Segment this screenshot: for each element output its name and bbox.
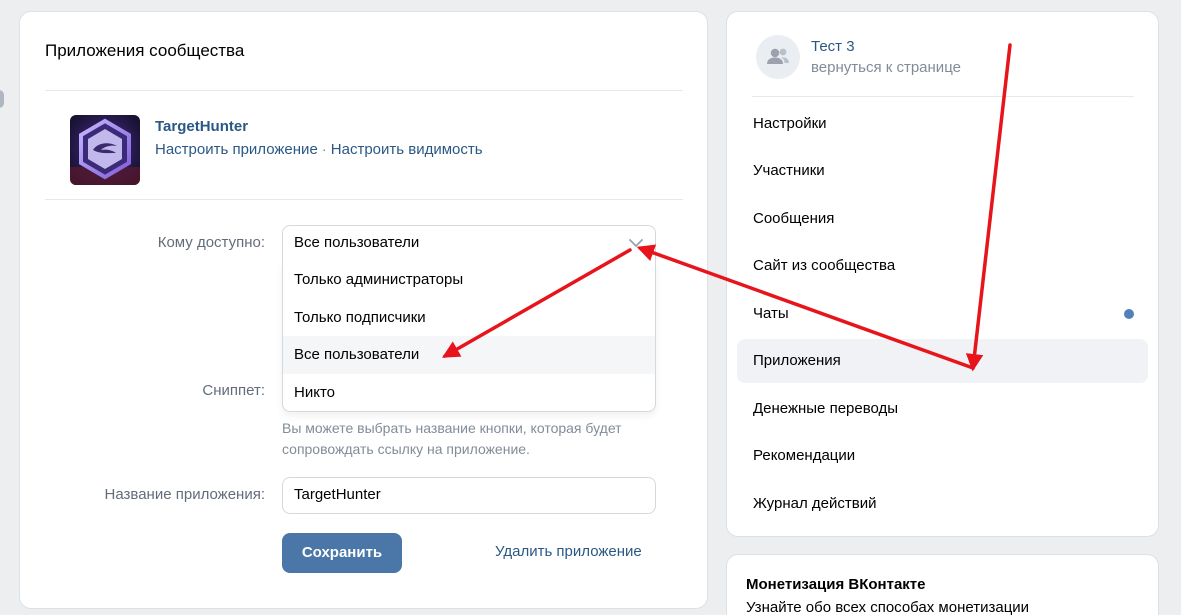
group-avatar[interactable] (756, 35, 800, 79)
unread-dot (1124, 309, 1134, 319)
title-divider (45, 90, 683, 91)
nav-item-community-site[interactable]: Сайт из сообщества (737, 244, 1148, 288)
access-option-nobody[interactable]: Никто (283, 374, 655, 412)
chevron-down-icon (629, 239, 643, 247)
access-option-all-users[interactable]: Все пользователи (283, 336, 655, 374)
configure-visibility-link[interactable]: Настроить видимость (331, 141, 483, 158)
app-divider (45, 199, 683, 200)
nav-item-members[interactable]: Участники (737, 149, 1148, 193)
app-name-input[interactable]: TargetHunter (282, 477, 656, 514)
snippet-label: Сниппет: (202, 382, 265, 399)
users-icon (767, 48, 789, 64)
community-nav-card: Тест 3 вернуться к странице Настройки Уч… (726, 11, 1159, 537)
page-edge-indicator (0, 90, 4, 108)
access-option-admins[interactable]: Только администраторы (283, 261, 655, 299)
nav-item-recommendations[interactable]: Рекомендации (737, 434, 1148, 478)
app-logo[interactable] (70, 115, 140, 185)
monetization-title: Монетизация ВКонтакте (746, 576, 926, 593)
nav-item-chats-label: Чаты (753, 305, 789, 322)
app-name-label: Название приложения: (104, 486, 265, 503)
delete-app-link[interactable]: Удалить приложение (495, 543, 642, 560)
nav-item-apps[interactable]: Приложения (737, 339, 1148, 383)
monetization-card[interactable]: Монетизация ВКонтакте Узнайте обо всех с… (726, 554, 1159, 615)
app-logo-image (70, 115, 140, 185)
save-button[interactable]: Сохранить (282, 533, 402, 573)
access-option-subscribers[interactable]: Только подписчики (283, 299, 655, 337)
back-to-page-link[interactable]: вернуться к странице (811, 59, 961, 76)
nav-item-chats[interactable]: Чаты (737, 292, 1148, 336)
snippet-hint: Вы можете выбрать название кнопки, котор… (282, 420, 622, 457)
nav-item-messages[interactable]: Сообщения (737, 197, 1148, 241)
nav-item-money-transfers[interactable]: Денежные переводы (737, 387, 1148, 431)
access-select[interactable]: Все пользователи (282, 225, 656, 262)
access-dropdown: Только администраторы Только подписчики … (282, 261, 656, 412)
nav-item-settings[interactable]: Настройки (737, 102, 1148, 146)
app-name-link[interactable]: TargetHunter (155, 118, 248, 135)
access-label: Кому доступно: (157, 234, 265, 251)
group-name-link[interactable]: Тест 3 (811, 38, 855, 55)
page-title: Приложения сообщества (45, 41, 245, 60)
configure-app-link[interactable]: Настроить приложение (155, 141, 318, 158)
monetization-text: Узнайте обо всех способах монетизации (746, 599, 1030, 615)
nav-divider (752, 96, 1134, 97)
link-separator: · (321, 141, 327, 158)
access-select-value: Все пользователи (294, 234, 420, 251)
nav-item-action-log[interactable]: Журнал действий (737, 482, 1148, 526)
community-apps-card: Приложения сообщества TargetHunter Настр… (19, 11, 708, 609)
app-links: Настроить приложение · Настроить видимость (155, 141, 483, 158)
